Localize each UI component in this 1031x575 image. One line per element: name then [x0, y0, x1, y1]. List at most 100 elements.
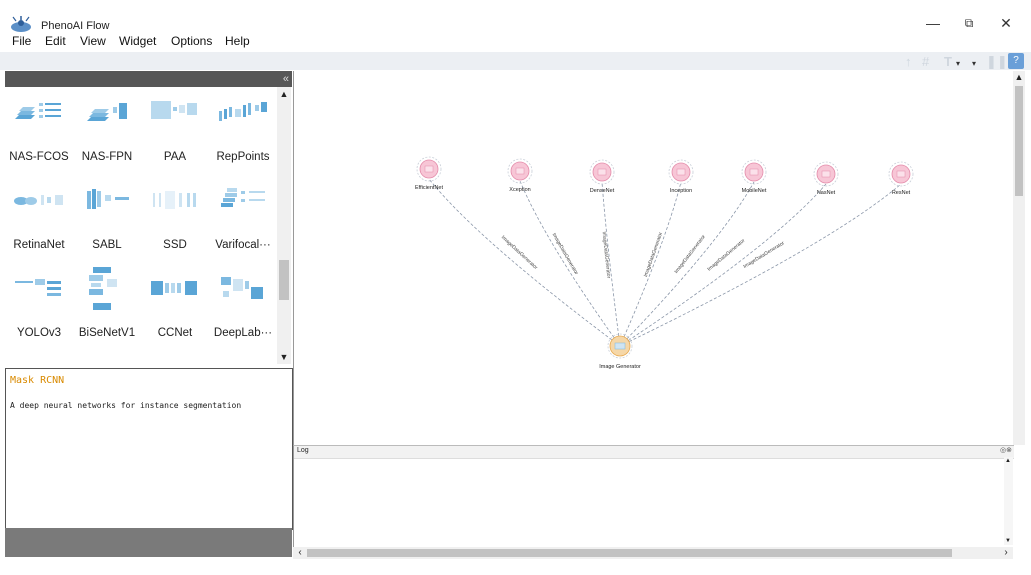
- menu-widget[interactable]: Widget: [119, 34, 156, 48]
- widget-label: CCNet: [157, 327, 193, 339]
- widget-label: NAS-FCOS: [9, 151, 69, 163]
- menu-options[interactable]: Options: [171, 34, 212, 48]
- node-label: DenseNet: [590, 188, 615, 194]
- widget-deeplab[interactable]: DeepLab···: [209, 263, 276, 351]
- arrow-icon[interactable]: ↑: [905, 54, 912, 69]
- widget-reppoints[interactable]: RepPoints: [209, 87, 276, 175]
- scroll-down-icon[interactable]: ▼: [277, 352, 291, 362]
- canvas-scroll-thumb[interactable]: [1015, 86, 1023, 196]
- log-title: Log: [297, 447, 309, 454]
- scroll-up-icon[interactable]: ▲: [1012, 72, 1026, 82]
- node-label: NasNet: [817, 190, 836, 196]
- edge-label: ImageDataGenerator: [706, 238, 746, 273]
- widget-nas-fpn[interactable]: NAS-FPN: [73, 87, 141, 175]
- widget-label: SABL: [92, 239, 122, 251]
- dropdown-icon-2[interactable]: ▾: [972, 59, 976, 68]
- widget-label: RepPoints: [216, 151, 270, 163]
- node-image-generator[interactable]: Image Generator: [599, 333, 641, 370]
- widget-paa[interactable]: PAA: [141, 87, 209, 175]
- maximize-button[interactable]: ⧉: [958, 14, 980, 32]
- horizontal-scroll-thumb[interactable]: [307, 549, 952, 557]
- nas-fcos-thumbnail: [15, 103, 61, 119]
- menu-file[interactable]: File: [12, 34, 31, 48]
- pause-icon[interactable]: ❚❚: [986, 54, 1008, 70]
- edge-label: ImageDataGenerator: [643, 231, 664, 278]
- node-efficientnet[interactable]: EfficientNet: [415, 156, 443, 191]
- dropdown-icon[interactable]: ▾: [956, 59, 960, 68]
- varifocal-thumbnail: [221, 188, 265, 207]
- scroll-down-icon[interactable]: ▼: [1001, 538, 1015, 544]
- nas-fpn-thumbnail: [87, 103, 127, 121]
- toolbar: ↑ # T ▾ ▾ ❚❚ ?: [0, 52, 1031, 70]
- node-densenet[interactable]: DenseNet: [589, 159, 615, 194]
- node-resnet[interactable]: ResNet: [888, 161, 914, 196]
- menu-help[interactable]: Help: [225, 34, 250, 48]
- grid-icon[interactable]: #: [922, 54, 929, 69]
- widget-label: Varifocal···: [215, 239, 271, 251]
- scroll-right-icon[interactable]: ›: [999, 547, 1013, 558]
- widget-panel-header: «: [5, 71, 292, 87]
- widget-label: NAS-FPN: [81, 151, 133, 163]
- scroll-up-icon[interactable]: ▲: [1001, 458, 1015, 464]
- node-label: Inception: [670, 188, 692, 194]
- minimize-button[interactable]: —: [922, 14, 944, 32]
- log-vertical-scrollbar[interactable]: ▲ ▼: [1004, 457, 1013, 545]
- workflow-graph: ImageDataGenerator ImageDataGenerator Imag…: [415, 156, 914, 370]
- edge-mobilenet[interactable]: [619, 181, 755, 347]
- edge-resnet[interactable]: [619, 183, 902, 347]
- edge-label: ImageDataGenerator: [673, 234, 707, 275]
- close-button[interactable]: ✕: [995, 14, 1017, 32]
- menu-view[interactable]: View: [80, 34, 106, 48]
- node-label: MobileNet: [742, 188, 767, 194]
- log-panel: Log ◎⊗: [293, 445, 1014, 548]
- node-nasnet[interactable]: NasNet: [813, 161, 839, 196]
- widget-sabl[interactable]: SABL: [73, 175, 141, 263]
- window-title: PhenoAI Flow: [41, 20, 110, 32]
- node-inception[interactable]: Inception: [668, 159, 694, 194]
- widget-yolov3[interactable]: YOLOv3: [5, 263, 73, 351]
- widget-ssd[interactable]: SSD: [141, 175, 209, 263]
- menu-edit[interactable]: Edit: [45, 34, 66, 48]
- edge-label: ImageDataGenerator: [551, 232, 580, 276]
- menu-bar: File Edit View Widget Options Help: [0, 34, 400, 52]
- workflow-canvas[interactable]: ImageDataGenerator ImageDataGenerator Imag…: [293, 71, 1014, 445]
- paa-thumbnail: [151, 101, 197, 119]
- widget-grid-scrollbar[interactable]: ▲ ▼: [277, 87, 291, 364]
- widget-retinanet[interactable]: RetinaNet: [5, 175, 73, 263]
- widget-nas-fcos[interactable]: NAS-FCOS: [5, 87, 73, 175]
- log-controls-icon[interactable]: ◎⊗: [1000, 446, 1012, 454]
- widget-label: YOLOv3: [16, 327, 62, 339]
- help-icon[interactable]: ?: [1008, 53, 1024, 69]
- deeplab-thumbnail: [221, 277, 263, 299]
- app-logo-icon: [11, 16, 31, 32]
- edge-efficientnet[interactable]: [428, 178, 621, 347]
- widget-varifocal[interactable]: Varifocal···: [209, 175, 276, 263]
- scroll-up-icon[interactable]: ▲: [277, 89, 291, 99]
- edge-label: ImageDataGenerator: [742, 240, 785, 270]
- sabl-thumbnail: [87, 189, 129, 209]
- edge-label: ImageDataGenerator: [601, 231, 612, 279]
- description-text: A deep neural networks for instance segm…: [10, 401, 242, 410]
- widget-label: SSD: [163, 239, 187, 251]
- title-bar: [0, 0, 1031, 36]
- text-icon[interactable]: T: [944, 54, 952, 69]
- scroll-left-icon[interactable]: ‹: [293, 547, 307, 558]
- ccnet-thumbnail: [151, 281, 197, 295]
- widget-ccnet[interactable]: CCNet: [141, 263, 209, 351]
- collapse-panel-button[interactable]: «: [283, 71, 289, 87]
- widget-label: PAA: [163, 151, 187, 163]
- widget-description-panel: Mask RCNN A deep neural networks for ins…: [5, 368, 293, 530]
- widget-label: RetinaNet: [13, 239, 65, 251]
- widget-label: BiSeNetV1: [78, 327, 136, 339]
- yolov3-thumbnail: [15, 279, 61, 296]
- widget-grid-scroll-thumb[interactable]: [279, 260, 289, 300]
- bisenetv1-thumbnail: [89, 267, 117, 310]
- node-mobilenet[interactable]: MobileNet: [741, 159, 767, 194]
- node-label: Image Generator: [599, 364, 641, 370]
- node-xception[interactable]: Xception: [507, 158, 533, 193]
- description-title: Mask RCNN: [10, 375, 65, 386]
- ssd-thumbnail: [153, 191, 196, 209]
- node-label: EfficientNet: [415, 185, 443, 191]
- widget-bisenetv1[interactable]: BiSeNetV1: [73, 263, 141, 351]
- widget-label: DeepLab···: [213, 327, 273, 339]
